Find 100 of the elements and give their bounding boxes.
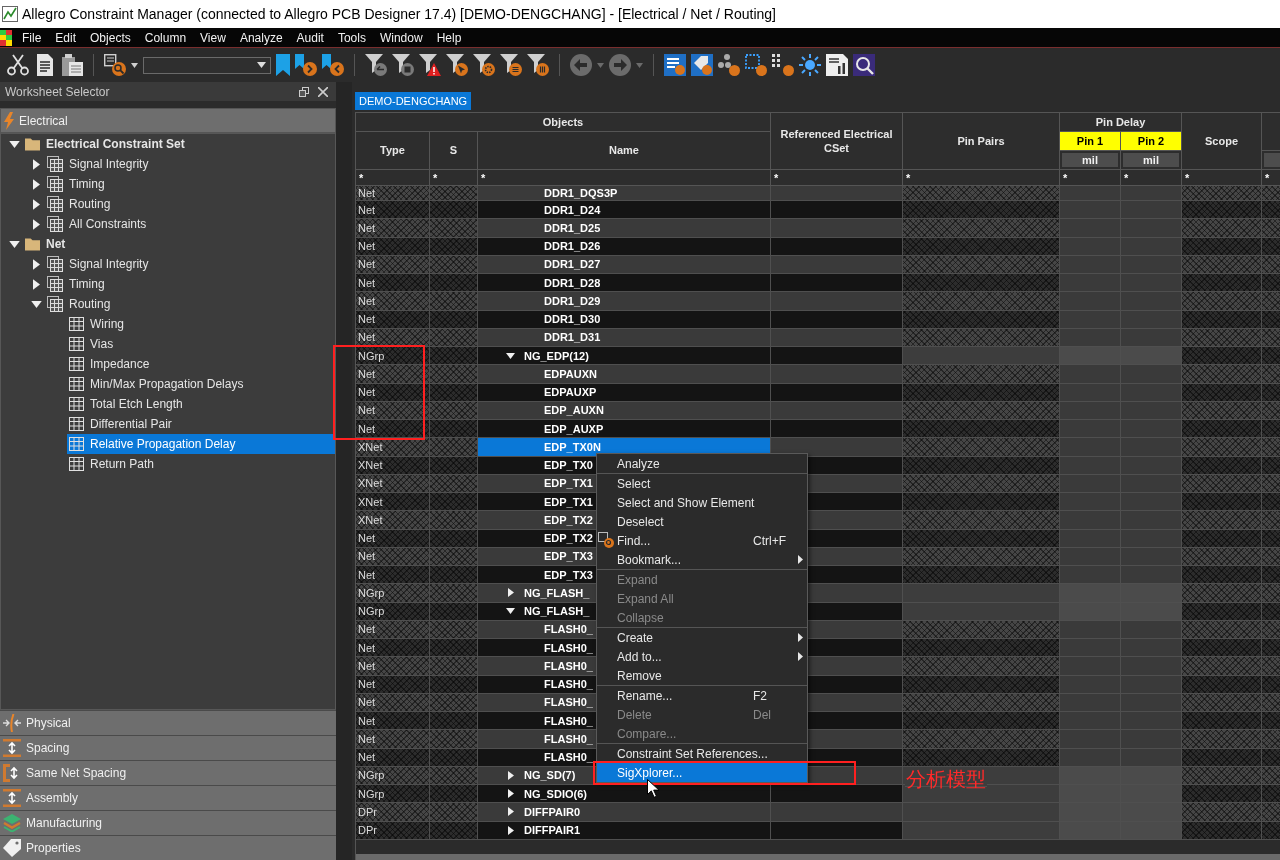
menu-item[interactable]: Tools: [330, 30, 373, 45]
column-header[interactable]: Name: [478, 132, 770, 169]
funnel-square-icon[interactable]: [392, 54, 414, 76]
menu-item[interactable]: Select: [597, 474, 807, 493]
menu-item[interactable]: Edit: [48, 30, 84, 45]
tree-item[interactable]: Routing: [47, 294, 114, 314]
filter-field[interactable]: *: [903, 170, 1059, 185]
bookmark-icon[interactable]: [276, 54, 290, 76]
table-row[interactable]: Net DDR1_D28: [356, 274, 1280, 293]
column-header[interactable]: Referenced Electrical CSet: [771, 113, 902, 169]
menu-item[interactable]: Select and Show Element: [597, 493, 807, 512]
triangle-right-icon[interactable]: [507, 770, 514, 780]
table-row[interactable]: Net DDR1_DQS3P: [356, 186, 1280, 201]
tree-item[interactable]: Return Path: [69, 454, 158, 474]
dot-grid-badge-icon[interactable]: [772, 54, 794, 76]
filter-field[interactable]: *: [430, 170, 477, 185]
triangle-right-icon[interactable]: [507, 588, 514, 598]
menu-item[interactable]: Help: [429, 30, 469, 45]
tree-item[interactable]: Signal Integrity: [47, 154, 152, 174]
menu-item[interactable]: Deselect: [597, 512, 807, 531]
tree-item[interactable]: Vias: [69, 334, 117, 354]
tree-item[interactable]: Net: [25, 234, 69, 254]
tree-item[interactable]: All Constraints: [47, 214, 150, 234]
funnel-bars-icon[interactable]: [527, 54, 549, 76]
list-badge-icon[interactable]: [664, 54, 686, 76]
section-bar[interactable]: Physical: [0, 710, 336, 735]
triangle-down-icon[interactable]: [30, 300, 42, 308]
document-bars-icon[interactable]: [826, 54, 848, 76]
column-header[interactable]: Pin Pairs: [903, 113, 1059, 169]
table-row[interactable]: Net DDR1_D25: [356, 219, 1280, 238]
funnel-gear-icon[interactable]: [473, 54, 495, 76]
filter-field[interactable]: *: [1182, 170, 1261, 185]
bookmark-right-arrow-icon[interactable]: [295, 54, 317, 76]
tag-badge-icon[interactable]: [691, 54, 713, 76]
table-row[interactable]: Net EDPAUXN: [356, 365, 1280, 384]
caret-icon[interactable]: [131, 62, 138, 68]
menu-item[interactable]: Audit: [289, 30, 331, 45]
tree-item[interactable]: Signal Integrity: [47, 254, 152, 274]
triangle-right-icon[interactable]: [32, 218, 40, 230]
triangle-right-icon[interactable]: [32, 198, 40, 210]
nodes-badge-icon[interactable]: [718, 54, 740, 76]
menu-item[interactable]: SigXplorer...: [597, 763, 807, 782]
restore-icon[interactable]: [299, 86, 309, 97]
triangle-right-icon[interactable]: [507, 807, 514, 817]
document-icon[interactable]: [34, 54, 56, 76]
right-arrow-circle-icon[interactable]: [609, 54, 631, 76]
caret-icon[interactable]: [257, 62, 266, 68]
tree-item[interactable]: Timing: [47, 274, 108, 294]
search-icon[interactable]: [853, 54, 875, 76]
menu-item[interactable]: Analyze: [232, 30, 290, 45]
triangle-down-icon[interactable]: [8, 140, 20, 148]
filter-field[interactable]: *: [356, 170, 429, 185]
cut-icon[interactable]: [7, 54, 29, 76]
menu-item[interactable]: Column: [137, 30, 194, 45]
menu-item[interactable]: Objects: [83, 30, 138, 45]
tree-item[interactable]: Routing: [47, 194, 114, 214]
triangle-down-icon[interactable]: [506, 352, 515, 359]
left-arrow-circle-icon[interactable]: [570, 54, 592, 76]
tree-item[interactable]: Wiring: [69, 314, 127, 334]
menu-item[interactable]: Bookmark...: [597, 550, 807, 569]
tab[interactable]: DEMO-DENGCHANG: [355, 92, 472, 110]
filter-field[interactable]: *: [1262, 170, 1280, 185]
tree-item[interactable]: Total Etch Length: [69, 394, 186, 414]
menu-item[interactable]: View: [193, 30, 233, 45]
column-header[interactable]: Pin 2: [1121, 132, 1181, 150]
column-header[interactable]: Scope: [1182, 113, 1261, 169]
table-row[interactable]: Net DDR1_D29: [356, 292, 1280, 311]
tree-item[interactable]: Relative Propagation Delay: [67, 434, 335, 454]
tree-item[interactable]: Differential Pair: [69, 414, 175, 434]
tree-item[interactable]: Min/Max Propagation Delays: [69, 374, 247, 394]
triangle-right-icon[interactable]: [32, 178, 40, 190]
table-row[interactable]: Net DDR1_D24: [356, 201, 1280, 220]
menu-item[interactable]: Analyze: [597, 454, 807, 473]
triangle-right-icon[interactable]: [507, 825, 514, 835]
menu-item[interactable]: File: [15, 30, 49, 45]
sun-icon[interactable]: [799, 54, 821, 76]
tree-item[interactable]: Timing: [47, 174, 108, 194]
section-bar[interactable]: Electrical: [0, 108, 336, 133]
section-bar[interactable]: Assembly: [0, 785, 336, 810]
dropdown-field[interactable]: [143, 56, 271, 74]
triangle-right-icon[interactable]: [507, 789, 514, 799]
section-bar[interactable]: Properties: [0, 835, 336, 860]
tree-item[interactable]: Electrical Constraint Set: [25, 134, 188, 154]
column-header[interactable]: S: [430, 132, 477, 169]
triangle-right-icon[interactable]: [32, 158, 40, 170]
menu-item[interactable]: Window: [372, 30, 430, 45]
clipboard-icon[interactable]: [61, 54, 83, 76]
section-bar[interactable]: Manufacturing: [0, 810, 336, 835]
dashed-square-badge-icon[interactable]: [745, 54, 767, 76]
table-row[interactable]: Net EDP_AUXP: [356, 420, 1280, 439]
triangle-right-icon[interactable]: [32, 258, 40, 270]
find-icon[interactable]: [104, 54, 126, 76]
column-header[interactable]: Type: [356, 132, 429, 169]
bookmark-left-arrow-icon[interactable]: [322, 54, 344, 76]
table-row[interactable]: NGrp NG_EDP(12): [356, 347, 1280, 366]
horizontal-scrollbar[interactable]: [356, 852, 1280, 860]
funnel-cursor-icon[interactable]: [446, 54, 468, 76]
funnel-warning-icon[interactable]: [419, 54, 441, 76]
tree-item[interactable]: Impedance: [69, 354, 153, 374]
table-row[interactable]: XNet EDP_TX0N: [356, 438, 1280, 457]
